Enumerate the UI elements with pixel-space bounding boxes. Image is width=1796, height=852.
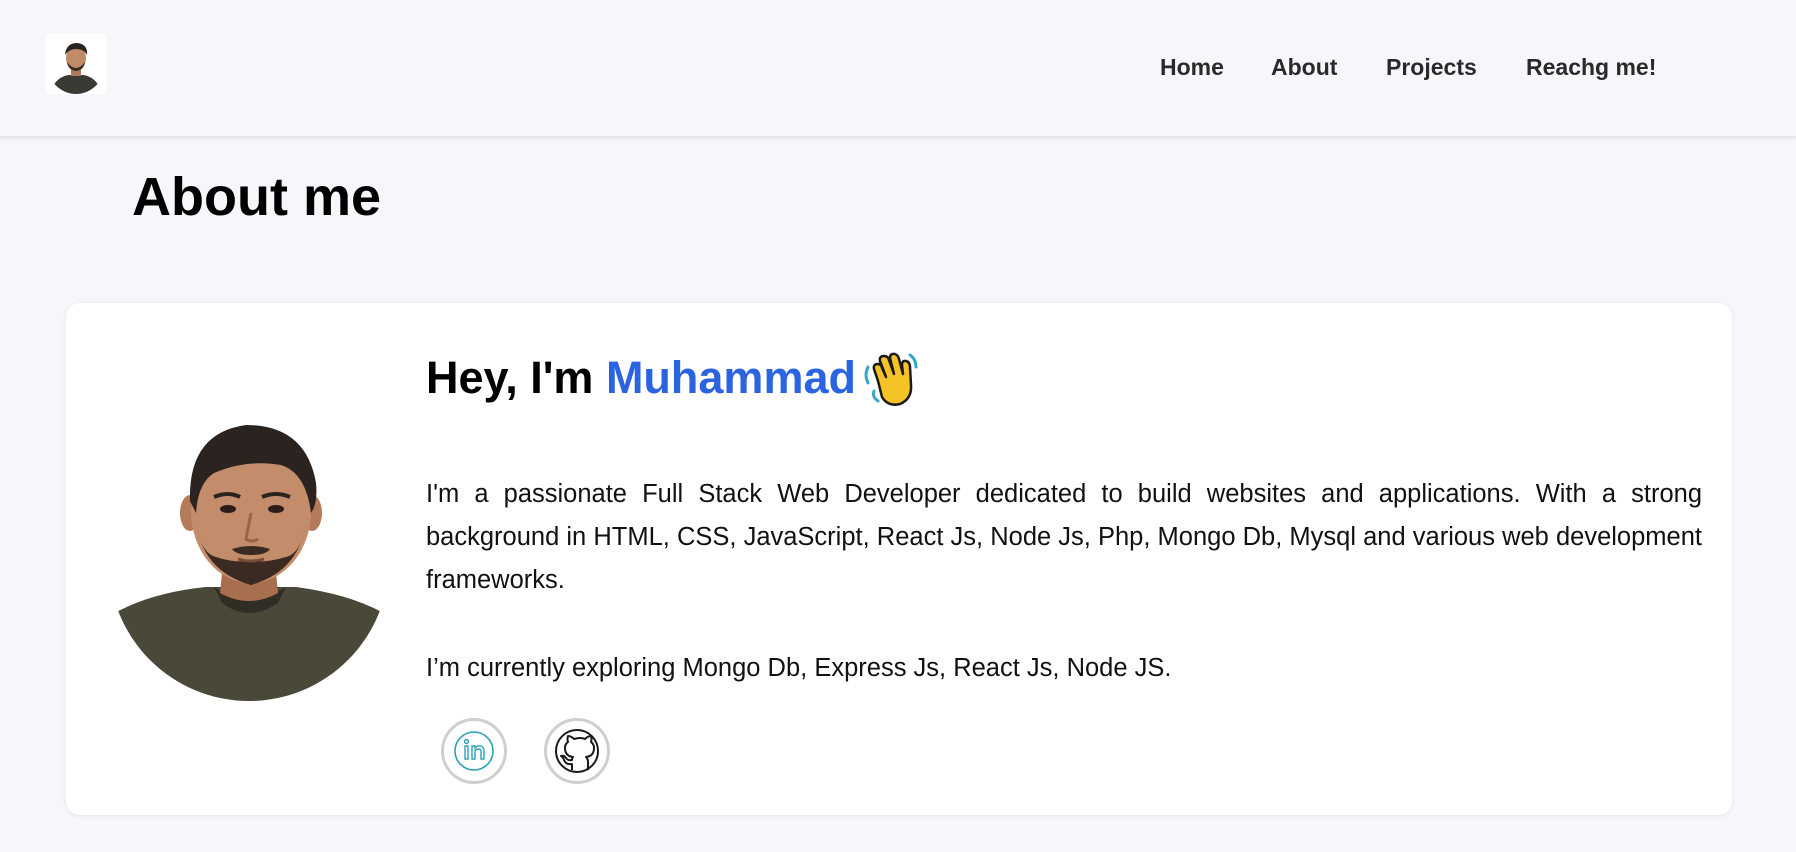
github-link[interactable] [544, 718, 610, 784]
nav-reach-me[interactable]: Reachg me! [1526, 52, 1686, 82]
waving-hand-icon [860, 347, 922, 409]
logo-avatar[interactable] [46, 34, 106, 94]
linkedin-link[interactable] [441, 718, 507, 784]
greeting-heading: Hey, I'm Muhammad [426, 347, 922, 409]
nav-home[interactable]: Home [1160, 52, 1271, 82]
social-links [441, 718, 610, 784]
greeting-name: Muhammad [605, 352, 856, 403]
page-title: About me [132, 167, 381, 227]
about-card: Hey, I'm Muhammad I'm a passionate Full … [66, 303, 1732, 815]
exploring-paragraph: I’m currently exploring Mongo Db, Expres… [426, 654, 1172, 682]
nav-about[interactable]: About [1271, 52, 1386, 82]
linkedin-icon [454, 731, 494, 771]
greeting-prefix: Hey, I'm [426, 352, 606, 403]
site-header: Home About Projects Reachg me! [0, 0, 1796, 137]
main-nav: Home About Projects Reachg me! [1160, 52, 1686, 82]
profile-portrait [106, 403, 392, 703]
portrait-image [109, 421, 389, 701]
avatar-icon [46, 34, 106, 94]
nav-projects[interactable]: Projects [1386, 52, 1526, 82]
bio-paragraph: I'm a passionate Full Stack Web Develope… [426, 480, 1702, 594]
github-icon [555, 729, 599, 773]
